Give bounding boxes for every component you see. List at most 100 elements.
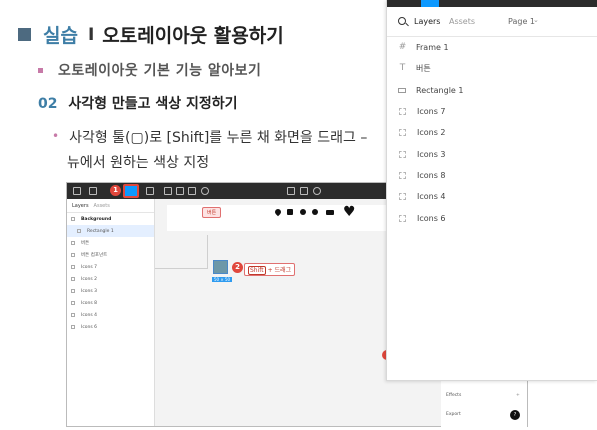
frame-icon: # bbox=[398, 42, 407, 53]
figma-layer-row: Icons 2 bbox=[67, 273, 154, 285]
figma-layer-label: 버튼 bbox=[81, 241, 90, 246]
tab-assets[interactable]: Assets bbox=[449, 17, 475, 26]
bullet-text-line1: 사각형 툴(▢)로 [Shift]를 누른 채 화면을 드래그 – bbox=[69, 130, 368, 146]
component-icon bbox=[399, 129, 406, 137]
step-badge-1: 1 bbox=[110, 185, 121, 196]
text-icon bbox=[71, 241, 75, 245]
component-icon bbox=[300, 187, 308, 195]
layer-label: Icons 3 bbox=[417, 149, 446, 159]
step-badge-2: 2 bbox=[232, 262, 243, 273]
effects-add-icon: + bbox=[516, 393, 520, 398]
title-sub: 오토레이아웃 활용하기 bbox=[102, 25, 284, 47]
figma-tab-assets: Assets bbox=[93, 203, 110, 209]
heart-small-icon bbox=[300, 209, 306, 215]
panel-top-strip bbox=[387, 0, 597, 7]
section-title: 사각형 만들고 색상 지정하기 bbox=[68, 96, 238, 112]
layer-label: Icons 7 bbox=[417, 107, 446, 117]
drawn-rectangle bbox=[213, 260, 228, 274]
page-selector[interactable]: Page 1 bbox=[508, 17, 535, 26]
layers-panel-header: Layers Assets Page 1 ⌄ bbox=[387, 7, 597, 37]
figma-layer-label: Icons 8 bbox=[81, 300, 98, 306]
shift-key: Shift bbox=[248, 266, 266, 275]
subtitle: 오토레이아웃 기본 기능 알아보기 bbox=[38, 60, 261, 80]
layer-row-icons-2[interactable]: Icons 2 bbox=[387, 122, 597, 143]
figma-layer-row: Rectangle 1 bbox=[67, 225, 154, 237]
drag-hint-text: + 드래그 bbox=[267, 267, 292, 274]
component-icon bbox=[71, 301, 75, 305]
hand-tool-icon bbox=[188, 187, 196, 195]
text-icon: T bbox=[399, 63, 406, 74]
active-tool-indicator bbox=[421, 0, 439, 7]
pen-tool-icon bbox=[146, 187, 154, 195]
figma-layer-label: Icons 3 bbox=[81, 288, 98, 294]
layer-row-icons-4[interactable]: Icons 4 bbox=[387, 186, 597, 207]
frame-tool-icon bbox=[287, 187, 295, 195]
layer-label: Rectangle 1 bbox=[416, 85, 464, 95]
title-separator: I bbox=[87, 24, 95, 45]
layer-row-icons-3[interactable]: Icons 3 bbox=[387, 143, 597, 164]
layer-row-button-text[interactable]: T 버튼 bbox=[387, 58, 597, 79]
chevron-down-icon[interactable]: ⌄ bbox=[533, 16, 539, 24]
layer-row-rectangle-1[interactable]: Rectangle 1 bbox=[387, 80, 597, 101]
figma-layer-label: Icons 7 bbox=[81, 264, 98, 270]
text-icon bbox=[71, 253, 75, 257]
layer-row-icons-7[interactable]: Icons 7 bbox=[387, 101, 597, 122]
bullet-dot-icon: • bbox=[52, 129, 60, 143]
figma-layer-row: Icons 4 bbox=[67, 309, 154, 321]
comment-icon bbox=[201, 187, 209, 195]
figma-layer-label: Icons 4 bbox=[81, 312, 98, 318]
figma-layer-row: Icons 3 bbox=[67, 285, 154, 297]
component-icon bbox=[71, 265, 75, 269]
canvas-button-chip: 버튼 bbox=[202, 207, 222, 218]
figma-layer-label: Rectangle 1 bbox=[87, 228, 114, 234]
user-icon bbox=[287, 209, 293, 215]
layer-label: Icons 2 bbox=[417, 128, 446, 138]
effects-label: Effects bbox=[446, 393, 462, 398]
mail-icon bbox=[326, 210, 334, 215]
export-label: Export bbox=[446, 412, 461, 417]
bullet-text-line2: 뉴에서 원하는 색상 지정 bbox=[67, 155, 210, 171]
layer-label: Icons 6 bbox=[417, 213, 446, 223]
figma-layer-row: Icons 6 bbox=[67, 321, 154, 333]
title-square-icon bbox=[18, 28, 31, 41]
title-main: 실습 bbox=[43, 25, 78, 47]
settings-icon bbox=[312, 209, 318, 215]
bullet-item: • 사각형 툴(▢)로 [Shift]를 누른 채 화면을 드래그 – bbox=[52, 127, 367, 147]
slide-title: 실습 I 오토레이아웃 활용하기 bbox=[18, 21, 284, 48]
figma-layer-row: Icons 7 bbox=[67, 261, 154, 273]
figma-layers-panel: Layers Assets Background Rectangle 1 버튼 버… bbox=[67, 199, 155, 426]
drag-hint-label: Shift + 드래그 bbox=[244, 263, 296, 276]
figma-layer-label: Icons 2 bbox=[81, 276, 98, 282]
menu-icon bbox=[73, 187, 81, 195]
guide-vertical bbox=[207, 235, 208, 269]
size-label: 50 × 50 bbox=[212, 277, 233, 282]
layer-row-icons-6[interactable]: Icons 6 bbox=[387, 207, 597, 228]
component-icon bbox=[399, 193, 406, 201]
contrast-icon bbox=[313, 187, 321, 195]
figma-layer-row: Background bbox=[67, 213, 154, 225]
layer-row-frame-1[interactable]: # Frame 1 bbox=[387, 37, 597, 58]
component-icon bbox=[71, 277, 75, 281]
figma-layers-tabs: Layers Assets bbox=[67, 199, 154, 213]
rectangle-icon bbox=[77, 229, 81, 233]
resources-icon bbox=[176, 187, 184, 195]
search-icon[interactable] bbox=[398, 17, 406, 25]
layer-label: Icons 4 bbox=[417, 192, 446, 202]
component-icon bbox=[399, 171, 406, 179]
layer-row-icons-8[interactable]: Icons 8 bbox=[387, 165, 597, 186]
figma-layer-label: Icons 6 bbox=[81, 324, 98, 330]
tab-layers[interactable]: Layers bbox=[414, 17, 440, 26]
help-icon: ? bbox=[510, 410, 520, 420]
figma-layer-row: Icons 8 bbox=[67, 297, 154, 309]
section-number: 02 bbox=[38, 96, 58, 112]
figma-layer-label: 버튼 컴포넌트 bbox=[81, 253, 108, 258]
component-icon bbox=[71, 325, 75, 329]
rectangle-icon bbox=[398, 87, 406, 93]
figma-layer-row: 버튼 bbox=[67, 237, 154, 249]
component-icon bbox=[71, 313, 75, 317]
subtitle-text: 오토레이아웃 기본 기능 알아보기 bbox=[58, 63, 262, 79]
rectangle-tool-icon bbox=[123, 184, 139, 198]
component-icon bbox=[399, 150, 406, 158]
component-icon bbox=[399, 108, 406, 116]
layers-panel: Layers Assets Page 1 ⌄ # Frame 1 T 버튼 Re… bbox=[386, 0, 597, 381]
